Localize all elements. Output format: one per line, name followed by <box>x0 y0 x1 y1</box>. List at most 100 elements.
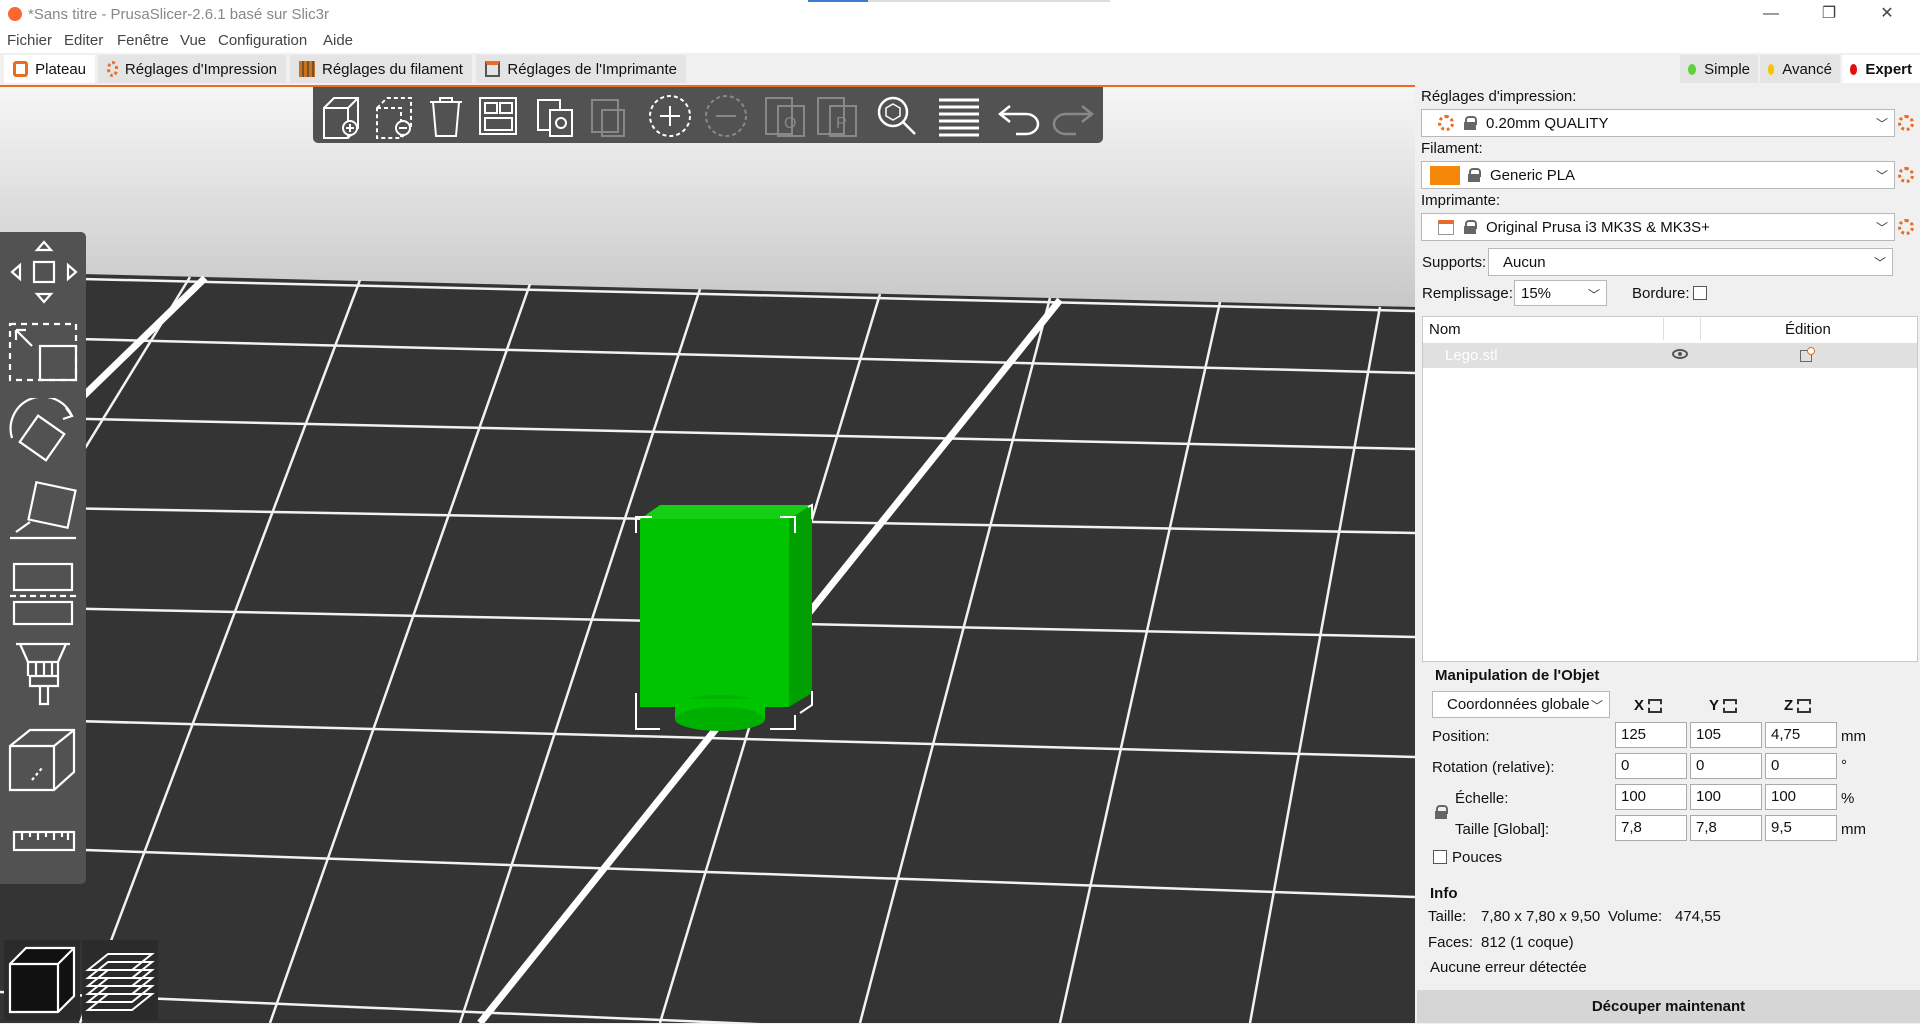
lock-icon <box>1468 168 1481 182</box>
copy-icon[interactable] <box>532 92 580 140</box>
printer-icon <box>1438 219 1454 235</box>
plater-icon <box>13 61 29 77</box>
gear-icon <box>1438 115 1454 131</box>
inches-checkbox[interactable] <box>1433 850 1447 864</box>
measure-cube-icon[interactable] <box>6 726 80 794</box>
axis-x-label: X <box>1634 697 1645 714</box>
brim-checkbox[interactable] <box>1693 286 1707 300</box>
slice-now-button[interactable]: Découper maintenant <box>1417 990 1920 1023</box>
rotation-x-field[interactable]: 0 <box>1615 753 1687 779</box>
title-progress-indicator <box>808 0 868 2</box>
column-edit: Édition <box>1785 321 1831 338</box>
3d-viewport[interactable] <box>0 87 1415 1023</box>
position-unit: mm <box>1841 728 1866 745</box>
size-z-field[interactable]: 9,5 <box>1765 815 1837 841</box>
filament-value: Generic PLA <box>1490 166 1576 184</box>
printer-edit-icon[interactable] <box>1898 219 1914 235</box>
place-on-face-icon[interactable] <box>6 478 80 546</box>
move-icon[interactable] <box>6 238 80 306</box>
supports-paint-icon[interactable] <box>6 638 80 706</box>
tab-filament-settings[interactable]: Réglages du filament <box>290 55 472 83</box>
svg-text:O: O <box>784 115 796 132</box>
paste-icon[interactable] <box>584 92 632 140</box>
column-divider <box>1663 318 1664 340</box>
scale-icon[interactable] <box>6 318 80 386</box>
printer-icon <box>485 61 501 77</box>
search-icon[interactable] <box>873 92 921 140</box>
gear-icon <box>107 61 118 77</box>
print-settings-combo[interactable]: 0.20mm QUALITY ﹀ <box>1421 109 1895 137</box>
filament-combo[interactable]: Generic PLA ﹀ <box>1421 161 1895 189</box>
delete-all-icon[interactable] <box>422 92 470 140</box>
3d-view-icon[interactable] <box>4 940 80 1020</box>
menu-window[interactable]: Fenêtre <box>117 32 169 49</box>
undo-icon[interactable] <box>996 92 1044 140</box>
tab-plater[interactable]: Plateau <box>4 55 95 83</box>
position-label: Position: <box>1432 728 1490 745</box>
layers-editing-icon[interactable] <box>935 92 983 140</box>
minimize-button[interactable]: — <box>1748 0 1794 30</box>
restore-button[interactable]: ❐ <box>1806 0 1852 30</box>
axis-z: Z <box>1784 697 1812 714</box>
eye-icon[interactable] <box>1672 349 1688 359</box>
edit-object-icon[interactable] <box>1800 347 1815 362</box>
coordinates-combo[interactable]: Coordonnées globale ﹀ <box>1432 691 1610 718</box>
tab-plater-label: Plateau <box>35 60 86 78</box>
printer-combo[interactable]: Original Prusa i3 MK3S & MK3S+ ﹀ <box>1421 213 1895 241</box>
menu-edit[interactable]: Editer <box>64 32 103 49</box>
filament-edit-icon[interactable] <box>1898 167 1914 183</box>
arrange-icon[interactable] <box>474 92 522 140</box>
supports-label: Supports: <box>1422 254 1487 271</box>
mode-expert-button[interactable]: Expert <box>1842 55 1920 83</box>
info-faces-value: 812 (1 coque) <box>1481 934 1574 951</box>
split-parts-icon[interactable]: P <box>814 92 862 140</box>
rotate-icon[interactable] <box>6 395 80 466</box>
add-icon[interactable] <box>318 92 366 140</box>
mode-advanced-button[interactable]: Avancé <box>1760 55 1840 83</box>
ruler-icon[interactable] <box>6 808 80 876</box>
infill-combo[interactable]: 15% ﹀ <box>1514 280 1607 306</box>
print-settings-label: Réglages d'impression: <box>1421 88 1577 105</box>
axis-x: X <box>1634 697 1663 714</box>
print-settings-edit-icon[interactable] <box>1898 115 1914 131</box>
lego-model[interactable] <box>640 505 812 731</box>
uniform-scale-lock-icon[interactable] <box>1435 805 1448 819</box>
scale-z-field[interactable]: 100 <box>1765 784 1837 810</box>
remove-instance-icon[interactable] <box>702 92 750 140</box>
menu-view[interactable]: Vue <box>180 32 206 49</box>
scale-y-field[interactable]: 100 <box>1690 784 1762 810</box>
size-x-field[interactable]: 7,8 <box>1615 815 1687 841</box>
printer-label: Imprimante: <box>1421 192 1501 209</box>
tab-bar <box>0 53 1920 85</box>
menu-file[interactable]: Fichier <box>7 32 52 49</box>
menu-help[interactable]: Aide <box>323 32 353 49</box>
preview-layers-icon[interactable] <box>82 940 158 1020</box>
delete-icon[interactable] <box>371 92 419 140</box>
rotation-z-field[interactable]: 0 <box>1765 753 1837 779</box>
menu-configuration[interactable]: Configuration <box>218 32 307 49</box>
chevron-down-icon: ﹀ <box>1875 169 1888 183</box>
size-unit: mm <box>1841 821 1866 838</box>
mode-simple-button[interactable]: Simple <box>1680 55 1758 83</box>
coordinates-value: Coordonnées globale <box>1447 696 1589 713</box>
rotation-y-field[interactable]: 0 <box>1690 753 1762 779</box>
scale-x-field[interactable]: 100 <box>1615 784 1687 810</box>
tab-printer-settings-label: Réglages de l'Imprimante <box>507 60 677 78</box>
close-button[interactable]: ✕ <box>1864 0 1910 30</box>
add-instance-icon[interactable] <box>646 92 694 140</box>
size-y-field[interactable]: 7,8 <box>1690 815 1762 841</box>
tab-printer-settings[interactable]: Réglages de l'Imprimante <box>476 55 686 83</box>
cut-icon[interactable] <box>6 558 80 626</box>
axis-y: Y <box>1709 697 1738 714</box>
position-z-field[interactable]: 4,75 <box>1765 722 1837 748</box>
redo-icon[interactable] <box>1048 92 1096 140</box>
position-y-field[interactable]: 105 <box>1690 722 1762 748</box>
inches-label: Pouces <box>1452 849 1503 866</box>
app-icon <box>8 7 22 21</box>
tab-print-settings[interactable]: Réglages d'Impression <box>98 55 286 83</box>
chevron-down-icon: ﹀ <box>1875 221 1888 235</box>
position-x-field[interactable]: 125 <box>1615 722 1687 748</box>
supports-combo[interactable]: Aucun ﹀ <box>1488 248 1893 276</box>
info-volume-value: 474,55 <box>1675 908 1721 925</box>
split-objects-icon[interactable]: O <box>762 92 810 140</box>
